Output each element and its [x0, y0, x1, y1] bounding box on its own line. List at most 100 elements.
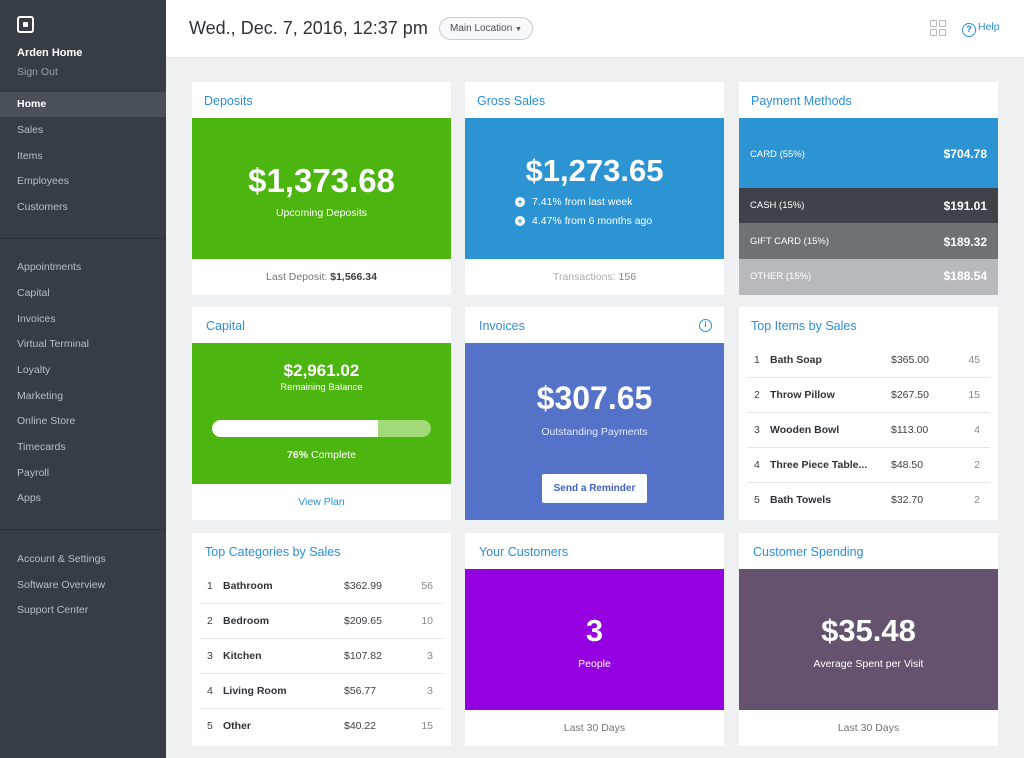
invoices-caption: Outstanding Payments — [541, 426, 648, 438]
rank: 5 — [207, 720, 213, 732]
top-items-title: Top Items by Sales — [751, 319, 857, 333]
help-link[interactable]: ? Help — [962, 21, 1000, 37]
last-deposit: Last Deposit: $1,566.34 — [192, 259, 451, 295]
sign-out-link[interactable]: Sign Out — [17, 66, 58, 78]
list-item[interactable]: 2 Bedroom $209.65 10 — [200, 604, 443, 639]
list-item[interactable]: 5 Bath Towels $32.70 2 — [747, 483, 990, 518]
sidebar-item-customers[interactable]: Customers — [0, 195, 166, 220]
sidebar-item-payroll[interactable]: Payroll — [0, 461, 166, 486]
last-deposit-value: $1,566.34 — [330, 271, 377, 283]
change-week-text: 7.41% from last week — [532, 196, 633, 208]
sidebar-item-invoices[interactable]: Invoices — [0, 307, 166, 332]
sidebar-item-marketing[interactable]: Marketing — [0, 384, 166, 409]
change-week: +7.41% from last week — [515, 196, 632, 208]
payment-method-name: GIFT CARD — [750, 236, 802, 247]
payment-row-other: OTHER (15%) $188.54 — [739, 259, 998, 295]
help-icon: ? — [962, 23, 976, 37]
sidebar-item-support-center[interactable]: Support Center — [0, 598, 166, 623]
sidebar-item-sales[interactable]: Sales — [0, 118, 166, 143]
rank: 2 — [207, 615, 213, 627]
sidebar-item-software-overview[interactable]: Software Overview — [0, 573, 166, 598]
rank: 1 — [207, 580, 213, 592]
invoices-title: Invoices — [479, 319, 525, 333]
rank: 3 — [754, 424, 760, 436]
deposits-card[interactable]: Deposits $1,373.68 Upcoming Deposits Las… — [192, 82, 451, 295]
invoices-amount: $307.65 — [536, 380, 653, 416]
payment-row-label: GIFT CARD (15%) — [750, 236, 829, 247]
payment-methods-title: Payment Methods — [751, 94, 852, 108]
payment-methods-card[interactable]: Payment Methods CARD (55%) $704.78 CASH … — [739, 82, 998, 295]
deposits-amount: $1,373.68 — [248, 162, 395, 199]
deposits-title: Deposits — [204, 94, 253, 108]
your-customers-card[interactable]: Your Customers 3 People Last 30 Days — [465, 533, 724, 746]
spending-period: Last 30 Days — [837, 722, 900, 734]
customers-period: Last 30 Days — [563, 722, 626, 734]
item-count: 4 — [974, 424, 980, 436]
category-name: Bathroom — [223, 580, 273, 592]
payment-method-name: CARD — [750, 149, 777, 160]
sidebar-item-capital[interactable]: Capital — [0, 281, 166, 306]
sidebar-item-apps[interactable]: Apps — [0, 486, 166, 511]
location-dropdown[interactable]: Main Location ▼ — [439, 17, 533, 40]
last-deposit-label: Last Deposit: — [266, 271, 328, 283]
item-amount: $267.50 — [891, 389, 929, 401]
category-name: Living Room — [223, 685, 287, 697]
item-name: Bath Soap — [770, 354, 822, 366]
payment-method-name: CASH — [750, 200, 777, 211]
item-count: 2 — [974, 459, 980, 471]
capital-amount: $2,961.02 — [283, 361, 360, 380]
list-item[interactable]: 3 Wooden Bowl $113.00 4 — [747, 413, 990, 448]
sidebar-item-timecards[interactable]: Timecards — [0, 435, 166, 460]
sidebar-item-appointments[interactable]: Appointments — [0, 255, 166, 280]
customer-spending-card[interactable]: Customer Spending $35.48 Average Spent p… — [739, 533, 998, 746]
info-icon[interactable]: i — [699, 319, 712, 332]
category-count: 3 — [427, 650, 433, 662]
payment-row-label: OTHER (15%) — [750, 271, 811, 282]
top-items-card[interactable]: Top Items by Sales 1 Bath Soap $365.00 45 2… — [739, 307, 998, 520]
category-amount: $56.77 — [344, 685, 377, 697]
payment-row-card: CARD (55%) $704.78 — [739, 118, 998, 188]
payment-method-pct: (15%) — [779, 200, 805, 211]
list-item[interactable]: 2 Throw Pillow $267.50 15 — [747, 378, 990, 413]
nav-divider — [0, 238, 166, 239]
item-count: 45 — [968, 354, 980, 366]
sidebar-item-online-store[interactable]: Online Store — [0, 409, 166, 434]
grid-view-icon[interactable] — [930, 20, 946, 36]
customer-spending-tile: $35.48 Average Spent per Visit — [739, 569, 998, 710]
transactions-label: Transactions: — [552, 271, 616, 283]
sidebar-item-home[interactable]: Home — [0, 92, 166, 117]
item-name: Throw Pillow — [770, 389, 835, 401]
sidebar-item-items[interactable]: Items — [0, 144, 166, 169]
category-count: 15 — [421, 720, 433, 732]
list-item[interactable]: 4 Living Room $56.77 3 — [200, 674, 443, 709]
payment-row-value: $704.78 — [943, 147, 987, 161]
gross-sales-card[interactable]: Gross Sales $1,273.65 +7.41% from last w… — [465, 82, 724, 295]
item-name: Three Piece Table... — [770, 459, 868, 471]
list-item[interactable]: 3 Kitchen $107.82 3 — [200, 639, 443, 674]
list-item[interactable]: 5 Other $40.22 15 — [200, 709, 443, 744]
view-plan-link[interactable]: View Plan — [192, 484, 451, 520]
category-name: Bedroom — [223, 615, 270, 627]
sidebar-item-employees[interactable]: Employees — [0, 169, 166, 194]
deposits-caption: Upcoming Deposits — [275, 207, 368, 219]
customers-caption: People — [578, 658, 611, 670]
send-reminder-button[interactable]: Send a Reminder — [542, 474, 647, 503]
payment-row-gift-card: GIFT CARD (15%) $189.32 — [739, 223, 998, 259]
top-categories-card[interactable]: Top Categories by Sales 1 Bathroom $362.99… — [192, 533, 451, 746]
payment-row-value: $189.32 — [943, 235, 987, 249]
list-item[interactable]: 4 Three Piece Table... $48.50 2 — [747, 448, 990, 483]
sidebar-item-account-settings[interactable]: Account & Settings — [0, 547, 166, 572]
square-logo-icon[interactable] — [17, 16, 34, 33]
item-count: 2 — [974, 494, 980, 506]
sidebar-item-loyalty[interactable]: Loyalty — [0, 358, 166, 383]
payment-method-pct: (55%) — [779, 149, 805, 160]
list-item[interactable]: 1 Bath Soap $365.00 45 — [747, 343, 990, 378]
capital-card[interactable]: Capital $2,961.02 Remaining Balance 76% … — [192, 307, 451, 520]
invoices-card[interactable]: Invoices i $307.65 Outstanding Payments … — [465, 307, 724, 520]
payment-method-name: OTHER — [750, 271, 784, 282]
sidebar-item-virtual-terminal[interactable]: Virtual Terminal — [0, 332, 166, 357]
payment-row-value: $188.54 — [943, 269, 987, 283]
list-item[interactable]: 1 Bathroom $362.99 56 — [200, 569, 443, 604]
payment-row-value: $191.01 — [943, 199, 987, 213]
spending-caption: Average Spent per Visit — [813, 658, 924, 670]
